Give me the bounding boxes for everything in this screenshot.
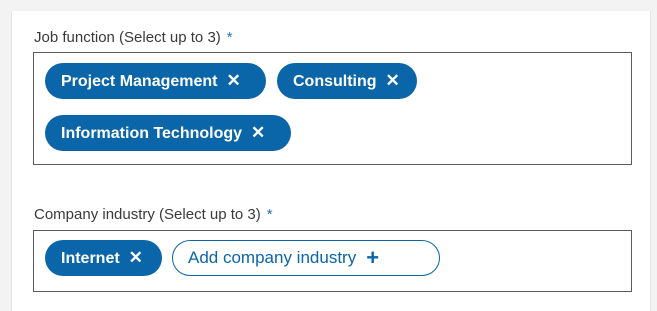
- required-asterisk: *: [226, 29, 233, 46]
- remove-icon[interactable]: ✕: [226, 63, 240, 99]
- pill-label: Consulting: [293, 73, 377, 90]
- add-button-label: Add company industry: [188, 248, 357, 267]
- company-industry-pill-internet[interactable]: Internet ✕: [45, 240, 162, 276]
- pill-label: Information Technology: [61, 125, 243, 142]
- job-function-label-text: Job function (Select up to 3): [34, 29, 221, 46]
- company-industry-field[interactable]: Internet ✕ Add company industry +: [33, 230, 632, 292]
- job-function-pill-project-management[interactable]: Project Management ✕: [45, 63, 266, 99]
- add-company-industry-button[interactable]: Add company industry +: [172, 240, 440, 276]
- job-function-field[interactable]: Project Management ✕ Consulting ✕ Informat…: [33, 52, 632, 165]
- company-industry-label-text: Company industry (Select up to 3): [34, 206, 261, 223]
- plus-icon: +: [366, 245, 380, 270]
- remove-icon[interactable]: ✕: [129, 240, 143, 276]
- form-card: Job function (Select up to 3) * Project M…: [11, 11, 651, 311]
- pill-label: Internet: [61, 250, 120, 267]
- pill-label: Project Management: [61, 73, 218, 90]
- job-function-label: Job function (Select up to 3) *: [34, 29, 233, 46]
- company-industry-label: Company industry (Select up to 3) *: [34, 206, 273, 223]
- job-function-pill-information-technology[interactable]: Information Technology ✕: [45, 115, 291, 151]
- remove-icon[interactable]: ✕: [386, 63, 400, 99]
- required-asterisk: *: [266, 206, 273, 223]
- remove-icon[interactable]: ✕: [251, 115, 265, 151]
- job-function-pill-consulting[interactable]: Consulting ✕: [277, 63, 417, 99]
